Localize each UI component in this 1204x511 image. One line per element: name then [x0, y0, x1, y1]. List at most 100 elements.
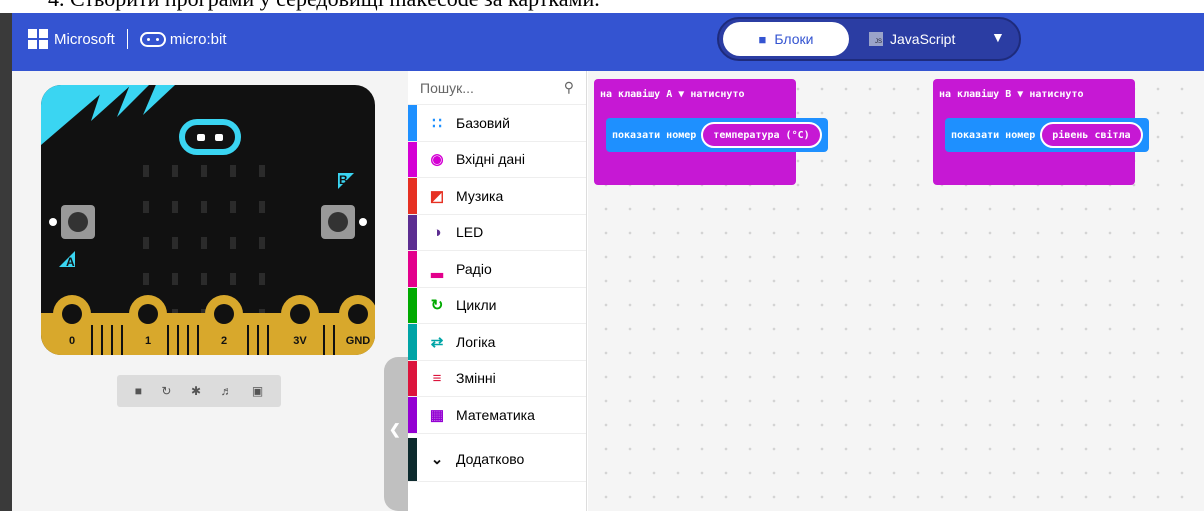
category-advanced[interactable]: ⌄ Додатково — [408, 437, 586, 482]
app-header: Microsoft micro:bit ■ Блоки JS JavaScrip… — [12, 13, 1204, 71]
editor-toggle: ■ Блоки JS JavaScript ▼ — [717, 17, 1021, 61]
restart-icon[interactable]: ↻ — [161, 384, 171, 398]
debug-icon[interactable]: ✱ — [191, 384, 201, 398]
temperature-reporter[interactable]: температура (°C) — [701, 122, 822, 148]
javascript-icon: JS — [869, 32, 883, 46]
button-b-label: B — [339, 173, 348, 187]
connector-strip — [121, 325, 123, 355]
pin-2-label: 2 — [220, 335, 228, 347]
button-a-label: A — [66, 255, 75, 269]
category-variables[interactable]: ≡ Змінні — [408, 360, 586, 397]
event-header: на клавішу A ▼ натиснуто — [600, 89, 745, 100]
category-color-bar — [408, 178, 417, 214]
category-color-bar — [408, 214, 417, 250]
category-color-bar — [408, 251, 417, 287]
category-color-bar — [408, 324, 417, 360]
fullscreen-icon[interactable]: ▣ — [252, 384, 263, 398]
button-dropdown[interactable]: B ▼ — [1005, 89, 1023, 100]
signal-bars-icon: ▂ — [431, 260, 443, 278]
pin-3v[interactable]: 3V — [281, 295, 319, 355]
blocks-workspace[interactable]: на клавішу A ▼ натиснуто показати номер … — [588, 71, 1204, 511]
category-basic[interactable]: ∷ Базовий — [408, 105, 586, 142]
show-number-block[interactable]: показати номер температура (°C) — [606, 118, 828, 152]
lines-icon: ≡ — [432, 369, 442, 387]
brand-divider — [126, 29, 128, 49]
category-math[interactable]: ▦ Математика — [408, 397, 586, 434]
light-level-reporter[interactable]: рівень світла — [1040, 122, 1143, 148]
microsoft-label[interactable]: Microsoft — [54, 31, 115, 48]
category-label: Базовий — [456, 114, 510, 131]
category-color-bar — [408, 437, 417, 481]
tab-javascript-label: JavaScript — [890, 31, 956, 47]
category-label: Логіка — [456, 333, 496, 350]
category-label: Музика — [456, 187, 504, 204]
dropdown-value: B — [1005, 89, 1012, 100]
connector-strip — [101, 325, 103, 355]
window-left-edge — [0, 13, 12, 511]
category-music[interactable]: ◩ Музика — [408, 178, 586, 215]
connector-strip — [323, 325, 325, 355]
chevron-left-icon: ❮ — [389, 421, 401, 437]
category-radio[interactable]: ▂ Радіо — [408, 251, 586, 288]
category-label: Математика — [456, 406, 535, 423]
caret-down-icon: ▼ — [1017, 89, 1024, 100]
search-icon[interactable]: ⚲ — [564, 79, 574, 96]
category-color-bar — [408, 360, 417, 396]
search-input[interactable]: Пошук... — [420, 80, 474, 96]
document-heading-text: 4. Створити програми у середовищі makeco… — [48, 0, 600, 12]
chevron-down-icon[interactable]: ▼ — [991, 29, 1005, 45]
pin-1[interactable]: 1 — [129, 295, 167, 355]
category-led[interactable]: ◑ LED — [408, 214, 586, 251]
event-block-b[interactable]: на клавішу B ▼ натиснуто показати номер … — [933, 79, 1149, 185]
event-prefix: на клавішу — [600, 89, 661, 100]
dropdown-value: A — [666, 89, 673, 100]
category-loops[interactable]: ↻ Цикли — [408, 287, 586, 324]
pin-0[interactable]: 0 — [53, 295, 91, 355]
connector-strip — [333, 325, 335, 355]
brand: Microsoft micro:bit — [28, 29, 227, 49]
button-b[interactable] — [321, 205, 355, 239]
event-header: на клавішу B ▼ натиснуто — [939, 89, 1084, 100]
connector-strip — [167, 325, 169, 355]
category-logic[interactable]: ⇄ Логіка — [408, 324, 586, 361]
category-label: Змінні — [456, 370, 496, 387]
tab-blocks[interactable]: ■ Блоки — [723, 22, 849, 56]
calculator-icon: ▦ — [429, 406, 445, 424]
category-color-bar — [408, 287, 417, 323]
show-number-block[interactable]: показати номер рівень світла — [945, 118, 1149, 152]
simulator-controls: ■ ↻ ✱ ♬ ▣ — [117, 375, 281, 407]
toggle-icon: ◑ — [432, 223, 442, 241]
loop-icon: ↻ — [430, 297, 444, 315]
category-label: Вхідні дані — [456, 151, 525, 168]
microbit-label[interactable]: micro:bit — [170, 31, 227, 48]
microbit-board: A B 0 1 2 3V GND — [41, 85, 375, 355]
stop-icon[interactable]: ■ — [135, 384, 142, 398]
button-a[interactable] — [61, 205, 95, 239]
category-label: Цикли — [456, 297, 497, 314]
event-block-a[interactable]: на клавішу A ▼ натиснуто показати номер … — [594, 79, 828, 185]
connector-strip — [91, 325, 93, 355]
microsoft-logo-icon — [28, 29, 48, 49]
button-a-dot — [49, 218, 57, 226]
pin-0-label: 0 — [68, 335, 76, 347]
connector-strip — [187, 325, 189, 355]
pin-1-label: 1 — [144, 335, 152, 347]
category-label: LED — [456, 224, 484, 241]
tab-blocks-label: Блоки — [774, 31, 814, 47]
show-number-label: показати номер — [951, 129, 1036, 141]
grid-icon: ∷ — [432, 114, 442, 132]
show-number-label: показати номер — [612, 129, 697, 141]
tab-javascript[interactable]: JS JavaScript — [869, 22, 955, 56]
board-decoration — [143, 85, 175, 115]
toolbox-search[interactable]: Пошук... ⚲ — [408, 71, 586, 105]
event-suffix: натиснуто — [690, 89, 745, 100]
mute-icon[interactable]: ♬ — [220, 384, 232, 398]
headphones-icon: ◩ — [429, 187, 445, 205]
pin-2[interactable]: 2 — [205, 295, 243, 355]
category-color-bar — [408, 105, 417, 141]
connector-strip — [257, 325, 259, 355]
category-input[interactable]: ◉ Вхідні дані — [408, 141, 586, 178]
pin-gnd[interactable]: GND — [339, 295, 375, 355]
collapse-simulator-button[interactable]: ❮ — [384, 357, 408, 511]
button-dropdown[interactable]: A ▼ — [666, 89, 684, 100]
